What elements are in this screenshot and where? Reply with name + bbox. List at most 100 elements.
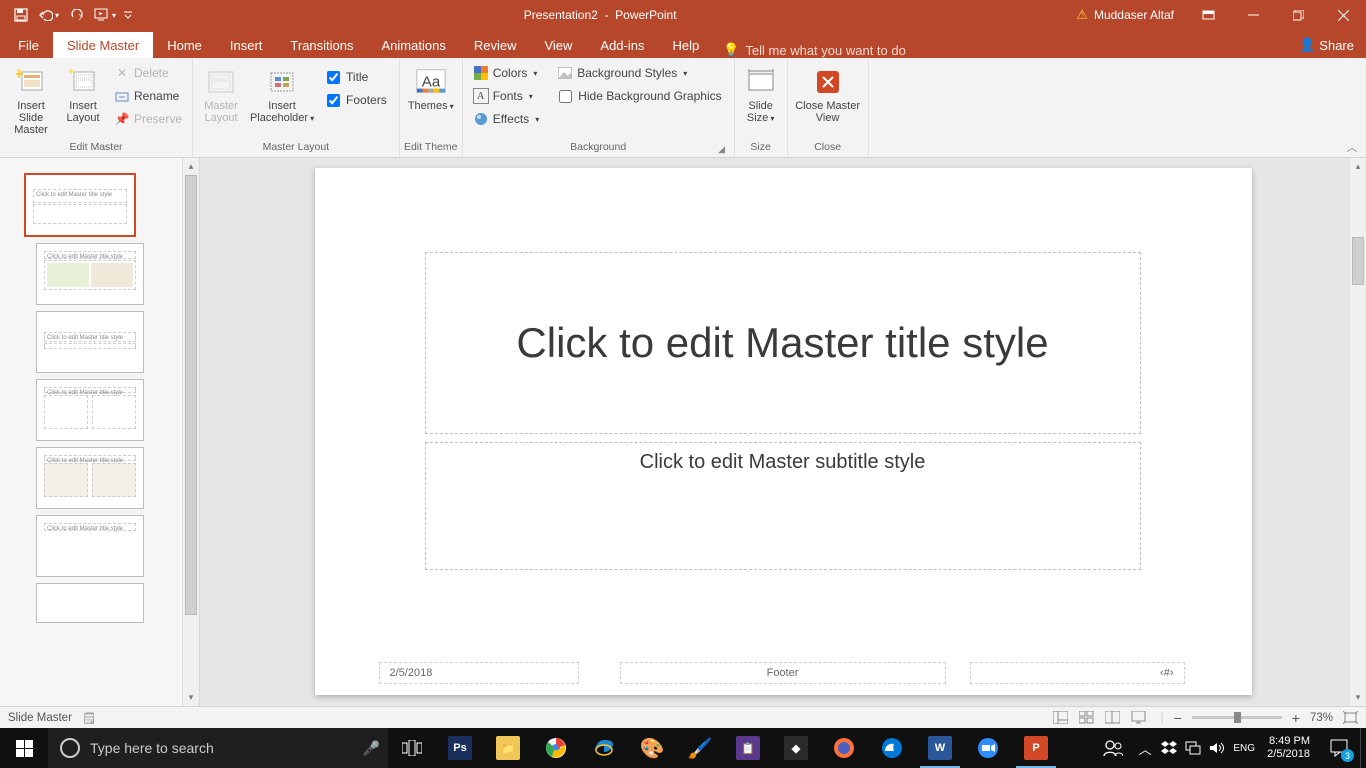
- tab-review[interactable]: Review: [460, 32, 531, 58]
- slideshow-icon[interactable]: [1127, 709, 1151, 727]
- status-bar: Slide Master 🗒 | − + 73%: [0, 706, 1366, 728]
- taskbar-app[interactable]: [580, 728, 628, 768]
- microphone-icon[interactable]: 🎤: [363, 740, 380, 757]
- zoom-in-icon[interactable]: +: [1292, 710, 1300, 726]
- hide-background-graphics-checkbox[interactable]: Hide Background Graphics: [551, 85, 729, 107]
- insert-slide-master-button[interactable]: Insert Slide Master: [4, 62, 58, 140]
- taskbar-app[interactable]: ◆: [772, 728, 820, 768]
- tab-animations[interactable]: Animations: [368, 32, 460, 58]
- tell-me-search[interactable]: 💡Tell me what you want to do: [713, 42, 916, 58]
- input-indicator[interactable]: ENG: [1229, 728, 1259, 768]
- tab-insert[interactable]: Insert: [216, 32, 277, 58]
- tab-addins[interactable]: Add-ins: [586, 32, 658, 58]
- action-center-icon[interactable]: 3: [1318, 728, 1360, 768]
- customize-qat-icon[interactable]: [120, 3, 136, 27]
- system-tray: ︿ ENG 8:49 PM2/5/2018 3: [1093, 728, 1366, 768]
- zoom-out-icon[interactable]: −: [1174, 710, 1182, 726]
- tab-slide-master[interactable]: Slide Master: [53, 32, 153, 58]
- taskbar-app[interactable]: [964, 728, 1012, 768]
- taskbar-app-powerpoint[interactable]: P: [1012, 728, 1060, 768]
- scroll-handle[interactable]: [1352, 237, 1364, 285]
- footer-placeholder[interactable]: Footer: [620, 662, 946, 684]
- dropbox-icon[interactable]: [1157, 728, 1181, 768]
- background-styles-button[interactable]: Background Styles▾: [551, 62, 729, 84]
- scroll-handle[interactable]: [185, 175, 197, 615]
- maximize-button[interactable]: [1276, 0, 1321, 30]
- thumbnail-scrollbar[interactable]: ▴ ▾: [182, 158, 199, 706]
- tab-transitions[interactable]: Transitions: [276, 32, 367, 58]
- layout-thumbnail[interactable]: Click to edit Master title style: [36, 311, 144, 373]
- show-desktop-button[interactable]: [1360, 728, 1366, 768]
- slide-canvas[interactable]: Click to edit Master title style Click t…: [315, 168, 1252, 695]
- footers-checkbox[interactable]: Footers: [319, 89, 395, 111]
- scroll-up-icon[interactable]: ▴: [183, 158, 199, 175]
- date-placeholder[interactable]: 2/5/2018: [379, 662, 579, 684]
- collapse-ribbon-icon[interactable]: ︿: [1344, 139, 1360, 155]
- slide-number-placeholder[interactable]: ‹#›: [970, 662, 1185, 684]
- network-icon[interactable]: [1181, 728, 1205, 768]
- minimize-button[interactable]: [1231, 0, 1276, 30]
- editor-scrollbar[interactable]: ▴ ▾: [1349, 158, 1366, 706]
- slide-sorter-icon[interactable]: [1075, 709, 1099, 727]
- master-thumbnail[interactable]: Click to edit Master title style: [24, 173, 136, 237]
- taskbar-app[interactable]: 📋: [724, 728, 772, 768]
- account-button[interactable]: ⚠Muddaser Altaf: [1064, 0, 1186, 30]
- colors-button[interactable]: Colors▾: [467, 62, 545, 84]
- tab-file[interactable]: File: [4, 32, 53, 58]
- close-button[interactable]: [1321, 0, 1366, 30]
- rename-button[interactable]: Rename: [108, 85, 188, 107]
- taskbar-app[interactable]: W: [916, 728, 964, 768]
- volume-icon[interactable]: [1205, 728, 1229, 768]
- fonts-icon: A: [473, 88, 489, 104]
- undo-icon[interactable]: ▾: [36, 3, 62, 27]
- start-button[interactable]: [0, 728, 48, 768]
- redo-icon[interactable]: [64, 3, 90, 27]
- taskbar-search[interactable]: Type here to search 🎤: [48, 728, 388, 768]
- insert-layout-button[interactable]: Insert Layout: [60, 62, 106, 128]
- taskbar-app[interactable]: [820, 728, 868, 768]
- normal-view-icon[interactable]: [1049, 709, 1073, 727]
- taskbar-app[interactable]: [532, 728, 580, 768]
- zoom-slider[interactable]: [1192, 716, 1282, 719]
- subtitle-placeholder[interactable]: Click to edit Master subtitle style: [425, 442, 1141, 570]
- tab-view[interactable]: View: [530, 32, 586, 58]
- zoom-level[interactable]: 73%: [1310, 712, 1333, 724]
- effects-button[interactable]: Effects▾: [467, 108, 545, 130]
- task-view-icon[interactable]: [388, 728, 436, 768]
- themes-button[interactable]: Aa Themes▾: [404, 62, 458, 116]
- dialog-launcher-icon[interactable]: ◢: [716, 144, 728, 156]
- taskbar-app[interactable]: 📁: [484, 728, 532, 768]
- share-button[interactable]: 👤Share: [1287, 32, 1366, 58]
- scroll-down-icon[interactable]: ▾: [183, 689, 199, 706]
- taskbar-app[interactable]: Ps: [436, 728, 484, 768]
- close-master-view-button[interactable]: Close Master View: [792, 62, 864, 128]
- title-placeholder[interactable]: Click to edit Master title style: [425, 252, 1141, 434]
- layout-thumbnail[interactable]: Click to edit Master title style: [36, 243, 144, 305]
- layout-thumbnail[interactable]: Click to edit Master title style: [36, 515, 144, 577]
- scroll-up-icon[interactable]: ▴: [1350, 158, 1366, 175]
- layout-thumbnail[interactable]: [36, 583, 144, 623]
- start-from-beginning-icon[interactable]: ▾: [92, 3, 118, 27]
- save-icon[interactable]: [8, 3, 34, 27]
- slide-size-button[interactable]: Slide Size▾: [739, 62, 783, 128]
- people-icon[interactable]: [1093, 728, 1133, 768]
- insert-placeholder-button[interactable]: Insert Placeholder▾: [247, 62, 317, 128]
- scroll-down-icon[interactable]: ▾: [1350, 689, 1366, 706]
- title-checkbox[interactable]: Title: [319, 66, 395, 88]
- taskbar-app[interactable]: [868, 728, 916, 768]
- taskbar-app[interactable]: 🎨: [628, 728, 676, 768]
- fonts-button[interactable]: AFonts▾: [467, 85, 545, 107]
- effects-icon: [473, 111, 489, 127]
- layout-thumbnail[interactable]: Click to edit Master title style: [36, 447, 144, 509]
- reading-view-icon[interactable]: [1101, 709, 1125, 727]
- ribbon-display-options-icon[interactable]: [1186, 0, 1231, 30]
- tray-overflow-icon[interactable]: ︿: [1133, 728, 1157, 768]
- windows-taskbar: Type here to search 🎤 Ps 📁 🎨 🖌️ 📋 ◆ W P …: [0, 728, 1366, 768]
- tab-home[interactable]: Home: [153, 32, 216, 58]
- fit-to-window-icon[interactable]: [1343, 711, 1358, 724]
- taskbar-app[interactable]: 🖌️: [676, 728, 724, 768]
- layout-thumbnail[interactable]: Click to edit Master title style: [36, 379, 144, 441]
- notes-toggle-icon[interactable]: 🗒: [82, 711, 97, 725]
- tab-help[interactable]: Help: [658, 32, 713, 58]
- taskbar-clock[interactable]: 8:49 PM2/5/2018: [1259, 735, 1318, 761]
